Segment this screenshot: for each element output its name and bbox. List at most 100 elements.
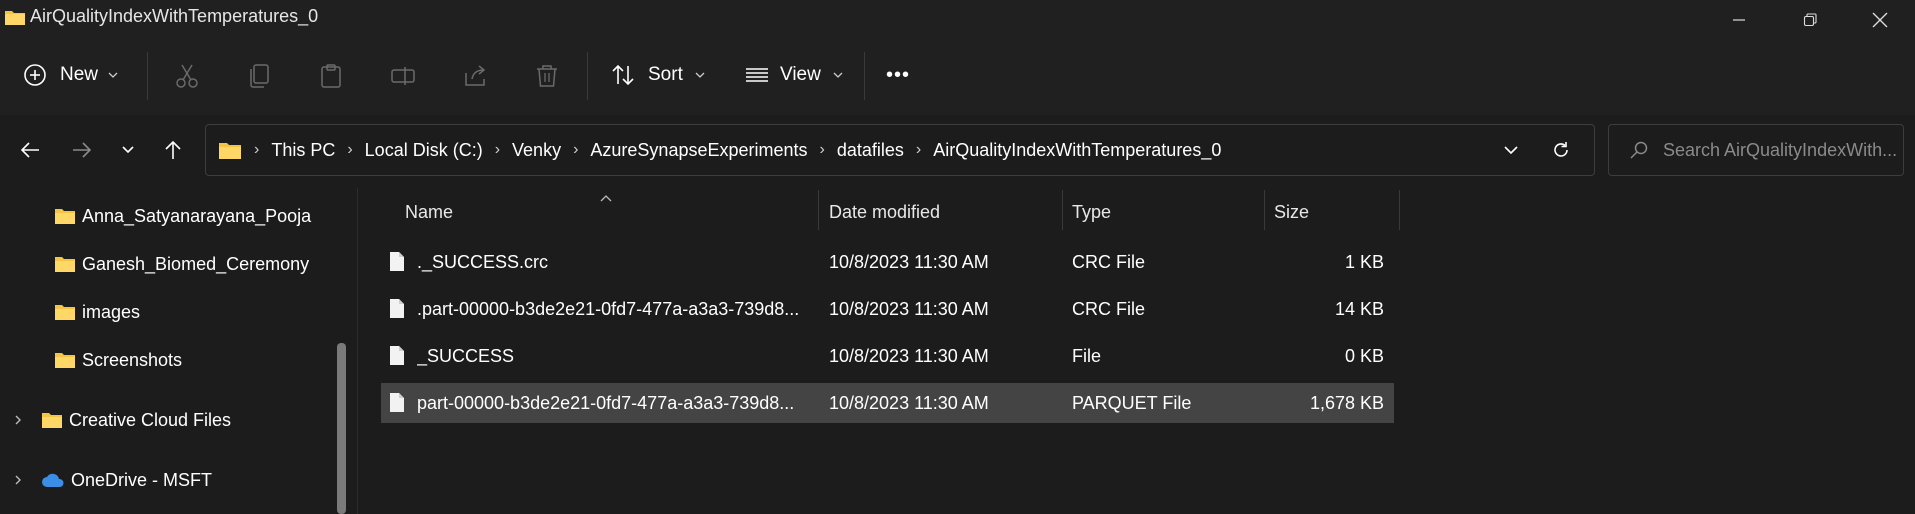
pane-divider[interactable] [357, 188, 358, 514]
file-name: part-00000-b3de2e21-0fd7-477a-a3a3-739d8… [417, 392, 795, 413]
recent-locations-button[interactable] [108, 128, 148, 172]
toolbar-separator [864, 52, 865, 100]
chevron-right-icon: › [573, 141, 579, 158]
chevron-right-icon[interactable] [12, 414, 24, 426]
sort-label: Sort [648, 64, 683, 85]
restore-button[interactable] [1775, 0, 1845, 40]
file-row-selected[interactable]: part-00000-b3de2e21-0fd7-477a-a3a3-739d8… [381, 383, 1394, 423]
column-header-size[interactable]: Size [1274, 192, 1309, 232]
close-button[interactable] [1845, 0, 1915, 40]
column-separator[interactable] [1399, 190, 1400, 230]
chevron-right-icon: › [915, 141, 922, 158]
refresh-icon [1554, 142, 1568, 157]
up-button[interactable] [153, 128, 193, 172]
file-name: .part-00000-b3de2e21-0fd7-477a-a3a3-739d… [417, 298, 800, 319]
column-separator[interactable] [1264, 190, 1265, 230]
search-input[interactable]: Search AirQualityIndexWith... [1608, 124, 1904, 176]
address-history-button[interactable] [1496, 138, 1526, 162]
file-date: 10/8/2023 11:30 AM [829, 392, 989, 413]
file-name: ._SUCCESS.crc [417, 251, 549, 272]
file-icon [390, 346, 404, 365]
arrow-up-icon [165, 140, 181, 159]
copy-button[interactable] [239, 56, 279, 96]
minimize-button[interactable] [1704, 0, 1774, 40]
breadcrumb-local-disk[interactable]: Local Disk (C:) [365, 140, 483, 161]
cut-icon [176, 64, 198, 88]
address-bar[interactable]: › This PC › Local Disk (C:) › Venky › Az… [205, 124, 1595, 176]
sidebar-scrollbar[interactable] [337, 343, 346, 514]
column-separator[interactable] [1062, 190, 1063, 230]
rename-icon [391, 67, 415, 85]
breadcrumb-datafiles[interactable]: datafiles [837, 140, 904, 161]
toolbar-separator [587, 52, 588, 100]
back-button[interactable] [10, 128, 50, 172]
onedrive-cloud-icon [42, 473, 64, 487]
file-row[interactable]: _SUCCESS 10/8/2023 11:30 AM File 0 KB [381, 336, 1394, 376]
sort-ascending-icon [600, 186, 612, 207]
file-size: 14 KB [1334, 298, 1384, 319]
file-row[interactable]: ._SUCCESS.crc 10/8/2023 11:30 AM CRC Fil… [381, 242, 1394, 282]
column-header-date[interactable]: Date modified [829, 192, 940, 232]
delete-button[interactable] [527, 56, 567, 96]
sidebar-item-creative-cloud-files[interactable]: Creative Cloud Files [12, 400, 231, 440]
toolbar-separator [147, 52, 148, 100]
copy-icon [250, 64, 269, 88]
chevron-right-icon: › [819, 141, 825, 158]
sidebar-item-images[interactable]: images [54, 292, 140, 332]
sort-button[interactable]: Sort [610, 50, 705, 100]
forward-button[interactable] [62, 128, 102, 172]
folder-icon [55, 353, 75, 368]
search-placeholder: Search AirQualityIndexWith... [1663, 139, 1898, 160]
file-date: 10/8/2023 11:30 AM [829, 251, 989, 272]
sidebar-item-label: Screenshots [82, 349, 183, 370]
column-header-name[interactable]: Name [405, 192, 453, 232]
minimize-icon [1733, 19, 1745, 21]
restore-icon [1803, 13, 1817, 27]
cut-button[interactable] [167, 56, 207, 96]
paste-icon [321, 64, 341, 88]
close-icon [1872, 12, 1888, 28]
chevron-right-icon: › [494, 141, 501, 158]
add-icon [24, 64, 46, 86]
file-size: 1 KB [1344, 251, 1384, 272]
new-button[interactable]: New [22, 50, 118, 100]
trash-icon [537, 65, 557, 87]
column-separator[interactable] [818, 190, 819, 230]
new-label: New [60, 64, 99, 85]
file-size: 1,678 KB [1309, 392, 1384, 413]
folder-icon [42, 413, 62, 428]
rename-button[interactable] [383, 56, 423, 96]
sidebar-item-label: images [82, 301, 141, 322]
file-type: PARQUET File [1072, 392, 1192, 413]
sidebar-item-ganesh-biomed-ceremony[interactable]: Ganesh_Biomed_Ceremony [54, 244, 309, 284]
command-bar [0, 40, 1915, 115]
breadcrumb-this-pc[interactable]: This PC [271, 140, 335, 161]
chevron-right-icon: › [347, 141, 353, 158]
breadcrumb-venky[interactable]: Venky [512, 140, 561, 161]
view-label: View [780, 64, 821, 85]
arrow-right-icon [73, 142, 92, 158]
chevron-right-icon: › [254, 141, 260, 158]
chevron-right-icon[interactable] [12, 474, 24, 486]
file-date: 10/8/2023 11:30 AM [829, 298, 989, 319]
more-options-button[interactable]: ••• [886, 50, 910, 100]
breadcrumb-current-folder[interactable]: AirQualityIndexWithTemperatures_0 [933, 140, 1221, 161]
window-title: AirQualityIndexWithTemperatures_0 [30, 6, 319, 26]
file-size: 0 KB [1344, 345, 1384, 366]
sidebar-item-screenshots[interactable]: Screenshots [54, 340, 182, 380]
breadcrumb-azure-synapse-experiments[interactable]: AzureSynapseExperiments [590, 140, 807, 161]
column-header-type[interactable]: Type [1072, 192, 1111, 232]
file-icon [390, 299, 404, 318]
file-row[interactable]: .part-00000-b3de2e21-0fd7-477a-a3a3-739d… [381, 289, 1394, 329]
view-list-icon [746, 68, 768, 82]
file-icon [390, 393, 404, 412]
file-date: 10/8/2023 11:30 AM [829, 345, 989, 366]
refresh-button[interactable] [1546, 136, 1576, 164]
sidebar-item-anna-satyanarayana-pooja[interactable]: Anna_Satyanarayana_Pooja [54, 196, 311, 236]
paste-button[interactable] [311, 56, 351, 96]
arrow-left-icon [20, 142, 39, 158]
sidebar-item-label: Creative Cloud Files [69, 409, 232, 430]
view-button[interactable]: View [744, 50, 843, 100]
share-button[interactable] [455, 56, 495, 96]
sidebar-item-onedrive-msft[interactable]: OneDrive - MSFT [12, 460, 212, 500]
